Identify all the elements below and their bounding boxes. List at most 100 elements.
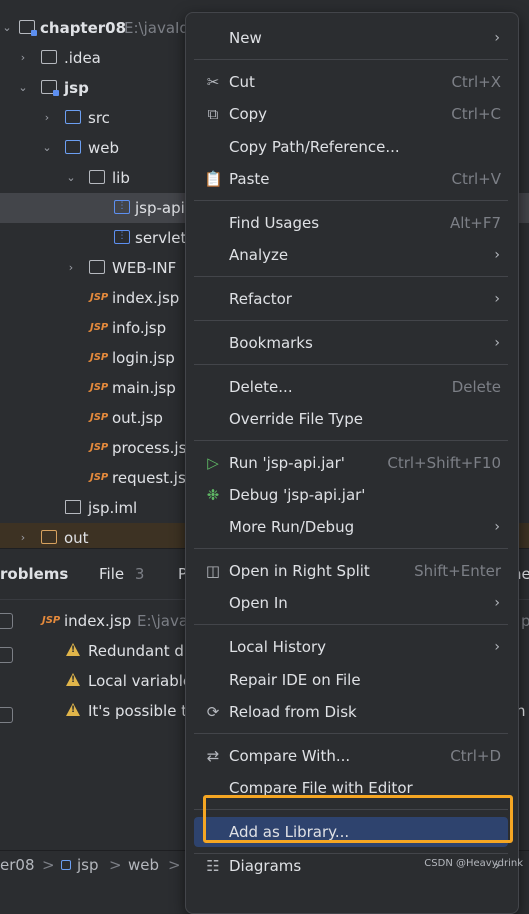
menu-label: Debug 'jsp-api.jar' (229, 486, 366, 504)
tree-label: main.jsp (112, 379, 176, 397)
menu-label: Paste (229, 170, 270, 188)
menu-label: Local History (229, 638, 327, 656)
tab-file-count: 3 (134, 565, 145, 583)
folder-icon (89, 170, 105, 184)
iml-file-icon (65, 500, 81, 514)
problem-text: Local variable (88, 672, 193, 690)
breadcrumb-separator: > (109, 856, 122, 874)
menu-item-delete[interactable]: Delete... Delete (194, 372, 508, 402)
menu-item-new[interactable]: New › (194, 23, 508, 53)
menu-item-open-in[interactable]: Open In › (194, 588, 508, 618)
diagram-icon: ☷ (206, 857, 220, 875)
source-folder-icon (65, 110, 81, 124)
chevron-right-icon: › (494, 335, 500, 351)
excluded-folder-icon (41, 530, 57, 544)
tree-label: login.jsp (112, 349, 175, 367)
tree-label: process.js (112, 439, 187, 457)
tree-path: E:\javaId (124, 19, 189, 37)
jsp-file-icon: JSP (90, 352, 109, 363)
tree-label: lib (112, 169, 130, 187)
menu-label: Delete... (229, 378, 293, 396)
problem-file-path: E:\javai (137, 612, 193, 630)
tab-file-label: File (99, 565, 125, 583)
menu-label: Diagrams (229, 857, 302, 875)
context-menu: New › ✂ Cut Ctrl+X ⧉ Copy Ctrl+C Copy Pa… (185, 12, 519, 914)
chevron-right-icon: › (494, 595, 500, 611)
tab-file[interactable]: File 3 (99, 565, 144, 583)
menu-item-cut[interactable]: ✂ Cut Ctrl+X (194, 67, 508, 97)
menu-item-analyze[interactable]: Analyze › (194, 240, 508, 270)
chevron-right-icon[interactable]: › (17, 43, 29, 73)
debug-icon: ❉ (206, 486, 220, 504)
menu-item-debug[interactable]: ❉ Debug 'jsp-api.jar' (194, 480, 508, 510)
menu-label: Override File Type (229, 410, 363, 428)
chevron-down-icon[interactable]: ⌄ (17, 73, 29, 103)
jar-icon: ⋮ (114, 200, 130, 214)
chevron-right-icon: › (494, 30, 500, 46)
menu-item-open-right-split[interactable]: ◫ Open in Right Split Shift+Enter (194, 556, 508, 586)
menu-shortcut: Ctrl+D (450, 747, 501, 765)
folder-icon (41, 50, 57, 64)
menu-separator (194, 276, 508, 277)
menu-separator (194, 364, 508, 365)
menu-label: Copy Path/Reference... (229, 138, 400, 156)
jsp-file-icon: JSP (90, 412, 109, 423)
menu-shortcut: Ctrl+V (451, 170, 501, 188)
menu-item-paste[interactable]: 📋 Paste Ctrl+V (194, 164, 508, 194)
tree-label: servlet (135, 229, 187, 247)
tree-label: index.jsp (112, 289, 180, 307)
tree-label: src (88, 109, 110, 127)
tree-label: jsp-api (135, 199, 185, 217)
tree-label: request.js (112, 469, 186, 487)
menu-label: Cut (229, 73, 255, 91)
menu-label: New (229, 29, 262, 47)
menu-item-refactor[interactable]: Refactor › (194, 284, 508, 314)
tree-label: jsp (64, 79, 89, 97)
menu-item-compare-with[interactable]: ⇄ Compare With... Ctrl+D (194, 741, 508, 771)
menu-item-local-history[interactable]: Local History › (194, 632, 508, 662)
menu-separator (194, 733, 508, 734)
menu-shortcut: Ctrl+C (451, 105, 501, 123)
chevron-down-icon[interactable]: ⌄ (41, 133, 53, 163)
menu-item-bookmarks[interactable]: Bookmarks › (194, 328, 508, 358)
chevron-right-icon: › (494, 247, 500, 263)
clipboard-icon: 📋 (204, 170, 223, 188)
tree-label: .idea (64, 49, 101, 67)
breadcrumb-project[interactable]: er08 (0, 851, 34, 879)
menu-item-find-usages[interactable]: Find Usages Alt+F7 (194, 208, 508, 238)
chevron-right-icon: › (494, 291, 500, 307)
menu-label: Run 'jsp-api.jar' (229, 454, 345, 472)
menu-shortcut: Shift+Enter (414, 562, 501, 580)
menu-label: Copy (229, 105, 268, 123)
problem-file-path-right: p (521, 612, 529, 630)
chevron-down-icon[interactable]: ⌄ (1, 13, 13, 43)
jsp-file-icon: JSP (42, 615, 61, 626)
menu-item-repair-ide[interactable]: Repair IDE on File (194, 665, 508, 695)
menu-shortcut: Delete (451, 378, 501, 396)
menu-label: Open In (229, 594, 288, 612)
menu-item-run[interactable]: ▷ Run 'jsp-api.jar' Ctrl+Shift+F10 (194, 448, 508, 478)
breadcrumb-folder[interactable]: web (128, 851, 159, 879)
menu-item-copy-path[interactable]: Copy Path/Reference... (194, 132, 508, 162)
tree-label: WEB-INF (112, 259, 177, 277)
jar-icon: ⋮ (114, 230, 130, 244)
chevron-right-icon[interactable]: › (65, 253, 77, 283)
chevron-right-icon[interactable]: › (41, 103, 53, 133)
menu-item-override-file-type[interactable]: Override File Type (194, 404, 508, 434)
warning-icon (66, 643, 80, 656)
menu-shortcut: Alt+F7 (449, 214, 501, 232)
breadcrumb-module[interactable]: jsp (77, 851, 99, 879)
breadcrumb-separator: > (168, 856, 181, 874)
chevron-down-icon[interactable]: ⌄ (65, 163, 77, 193)
tab-problems[interactable]: roblems (0, 565, 68, 583)
menu-separator (194, 200, 508, 201)
menu-item-copy[interactable]: ⧉ Copy Ctrl+C (194, 99, 508, 129)
run-icon: ▷ (207, 454, 219, 472)
menu-item-more-run-debug[interactable]: More Run/Debug › (194, 512, 508, 542)
web-folder-icon (65, 140, 81, 154)
menu-separator (194, 59, 508, 60)
module-icon (61, 860, 71, 870)
menu-item-reload[interactable]: ⟳ Reload from Disk (194, 697, 508, 727)
menu-shortcut: Ctrl+Shift+F10 (387, 454, 501, 472)
tree-label: chapter08 (40, 19, 127, 37)
